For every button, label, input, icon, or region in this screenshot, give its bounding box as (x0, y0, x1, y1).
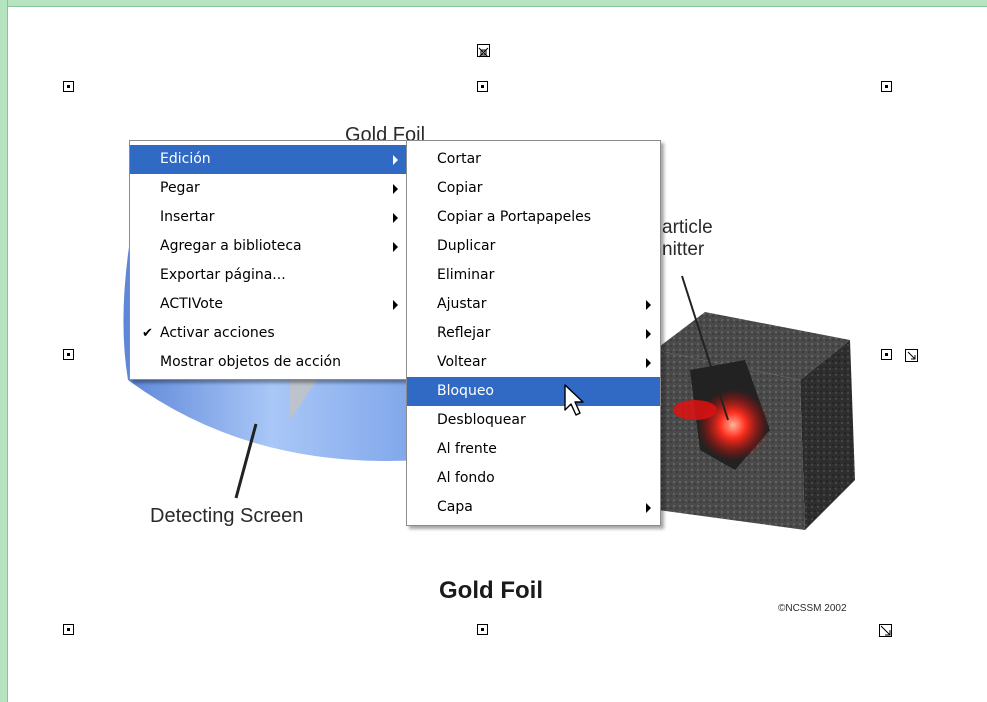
checkmark-icon: ✔ (142, 326, 153, 341)
submenu-arrow-icon (393, 300, 398, 310)
menu-item-label: Copiar (437, 180, 483, 196)
menu-item-label: Al frente (437, 441, 497, 457)
edicion-submenu: Cortar Copiar Copiar a Portapapeles Dupl… (406, 140, 661, 526)
menu-item-desbloquear[interactable]: Desbloquear (407, 406, 660, 435)
menu-item-label: Duplicar (437, 238, 496, 254)
submenu-arrow-icon (646, 503, 651, 513)
submenu-arrow-icon (393, 213, 398, 223)
menu-item-label: Edición (160, 151, 211, 167)
resize-handle-top-right[interactable] (881, 81, 892, 92)
submenu-arrow-icon (393, 155, 398, 165)
menu-item-label: Activar acciones (160, 325, 275, 341)
menu-item-label: Bloqueo (437, 383, 494, 399)
resize-handle-left[interactable] (63, 349, 74, 360)
resize-handle-top-left[interactable] (63, 81, 74, 92)
menu-item-label: Reflejar (437, 325, 491, 341)
menu-item-mostrar-objetos[interactable]: Mostrar objetos de acción (130, 348, 407, 377)
submenu-arrow-icon (393, 184, 398, 194)
menu-item-voltear[interactable]: Voltear (407, 348, 660, 377)
menu-item-insertar[interactable]: Insertar (130, 203, 407, 232)
rotate-handle-icon[interactable] (477, 44, 490, 58)
menu-item-label: Voltear (437, 354, 487, 370)
menu-item-activar-acciones[interactable]: ✔ Activar acciones (130, 319, 407, 348)
resize-handle-top[interactable] (477, 81, 488, 92)
mouse-cursor-icon (564, 384, 584, 416)
menu-item-eliminar[interactable]: Eliminar (407, 261, 660, 290)
gold-foil-label: Gold Foil (439, 577, 543, 604)
menu-item-al-fondo[interactable]: Al fondo (407, 464, 660, 493)
resize-handle-bottom[interactable] (477, 624, 488, 635)
menu-item-copiar[interactable]: Copiar (407, 174, 660, 203)
menu-item-edicion[interactable]: Edición (130, 145, 407, 174)
context-menu: Edición Pegar Insertar Agregar a bibliot… (129, 140, 408, 380)
menu-item-capa[interactable]: Capa (407, 493, 660, 522)
slide-canvas: Gold Foil article nitter Detecting Scree… (0, 0, 987, 702)
menu-item-label: Eliminar (437, 267, 495, 283)
menu-item-label: Mostrar objetos de acción (160, 354, 341, 370)
submenu-arrow-icon (646, 329, 651, 339)
resize-handle-bottom-left[interactable] (63, 624, 74, 635)
menu-item-label: Exportar página... (160, 267, 286, 283)
menu-item-agregar-biblioteca[interactable]: Agregar a biblioteca (130, 232, 407, 261)
particle-emitter-label: article nitter (662, 217, 713, 260)
rotate-corner-icon[interactable] (905, 349, 918, 362)
menu-item-duplicar[interactable]: Duplicar (407, 232, 660, 261)
menu-item-label: Ajustar (437, 296, 487, 312)
menu-item-al-frente[interactable]: Al frente (407, 435, 660, 464)
menu-item-label: Capa (437, 499, 473, 515)
copyright-label: ©NCSSM 2002 (778, 603, 847, 614)
submenu-arrow-icon (393, 242, 398, 252)
menu-item-reflejar[interactable]: Reflejar (407, 319, 660, 348)
menu-item-label: Pegar (160, 180, 200, 196)
menu-item-cortar[interactable]: Cortar (407, 145, 660, 174)
detecting-screen-label: Detecting Screen (150, 505, 304, 527)
menu-item-copiar-portapapeles[interactable]: Copiar a Portapapeles (407, 203, 660, 232)
submenu-arrow-icon (646, 358, 651, 368)
menu-item-label: Insertar (160, 209, 215, 225)
menu-item-label: ACTIVote (160, 296, 223, 312)
menu-item-ajustar[interactable]: Ajustar (407, 290, 660, 319)
menu-item-pegar[interactable]: Pegar (130, 174, 407, 203)
menu-item-label: Copiar a Portapapeles (437, 209, 592, 225)
menu-item-exportar-pagina[interactable]: Exportar página... (130, 261, 407, 290)
menu-item-label: Al fondo (437, 470, 495, 486)
menu-item-label: Cortar (437, 151, 481, 167)
resize-handle-right[interactable] (881, 349, 892, 360)
submenu-arrow-icon (646, 300, 651, 310)
menu-item-bloqueo[interactable]: Bloqueo (407, 377, 660, 406)
menu-item-label: Agregar a biblioteca (160, 238, 302, 254)
menu-item-label: Desbloquear (437, 412, 526, 428)
menu-item-activote[interactable]: ACTIVote (130, 290, 407, 319)
resize-corner-icon[interactable] (879, 624, 892, 637)
